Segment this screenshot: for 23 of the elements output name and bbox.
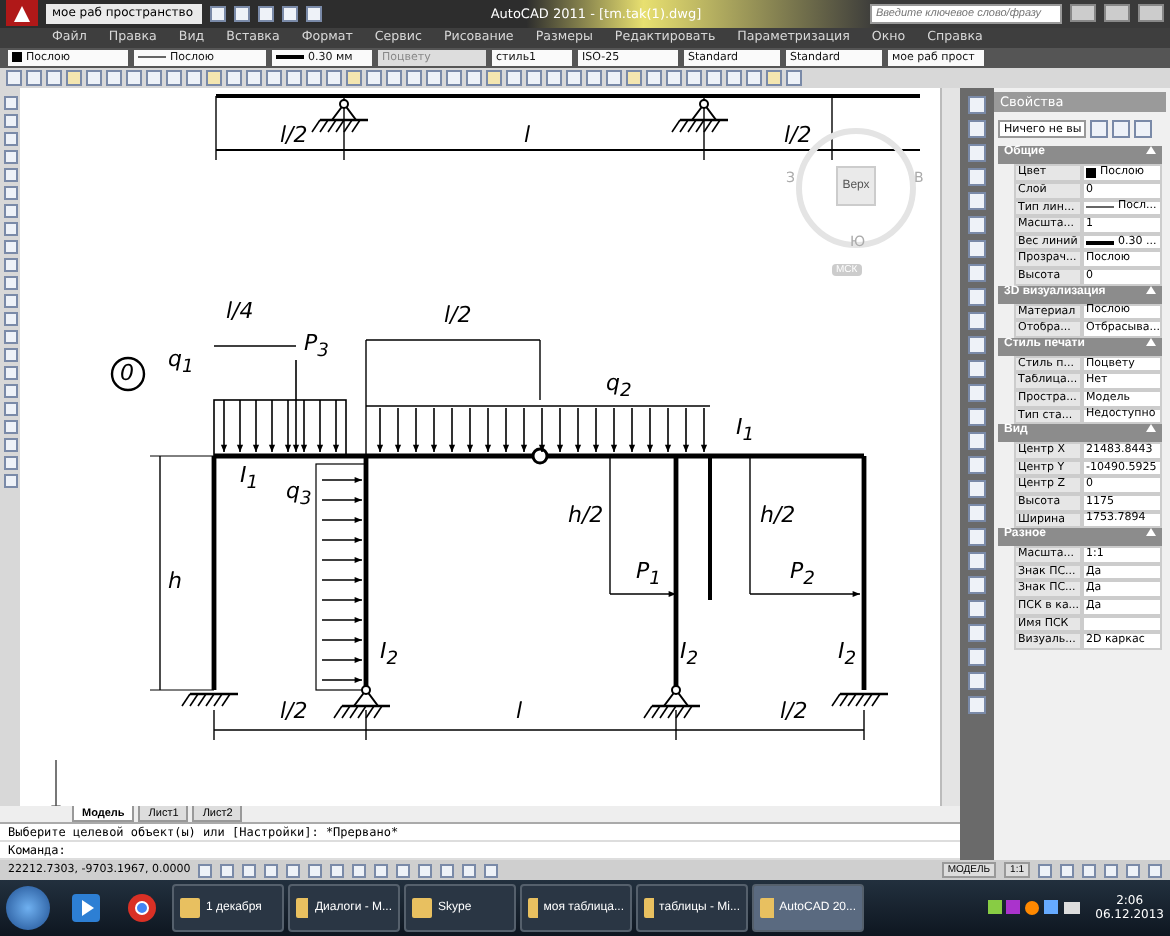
dimension-label: I$_{1}$ bbox=[736, 416, 755, 446]
dimension-label: l bbox=[516, 700, 523, 723]
dimension-label: q$_{3}$ bbox=[286, 480, 312, 510]
dimension-label: I$_{2}$ bbox=[680, 640, 699, 670]
dimension-label: P$_{2}$ bbox=[790, 560, 815, 590]
dimension-label: q$_{1}$ bbox=[168, 348, 194, 378]
dimension-label: l/2 bbox=[780, 700, 808, 723]
dimension-label: I$_{2}$ bbox=[838, 640, 857, 670]
dimension-label: l/2 bbox=[280, 700, 308, 723]
dimension-label: l/2 bbox=[784, 124, 812, 147]
dimension-label: l/4 bbox=[226, 300, 254, 323]
dimension-label: l/2 bbox=[280, 124, 308, 147]
dimension-label: P$_{3}$ bbox=[304, 332, 329, 362]
dimension-label: P$_{1}$ bbox=[636, 560, 661, 590]
dimension-label: h/2 bbox=[760, 504, 796, 527]
dimension-label: l bbox=[524, 124, 531, 147]
dimension-label: q$_{2}$ bbox=[606, 372, 632, 402]
dimension-label: h bbox=[168, 570, 182, 593]
dimension-label: I$_{2}$ bbox=[380, 640, 399, 670]
dimension-label: l/2 bbox=[444, 304, 472, 327]
dimension-label: h/2 bbox=[568, 504, 604, 527]
frame-number: 0 bbox=[120, 362, 134, 385]
dimension-label: I$_{1}$ bbox=[240, 464, 259, 494]
